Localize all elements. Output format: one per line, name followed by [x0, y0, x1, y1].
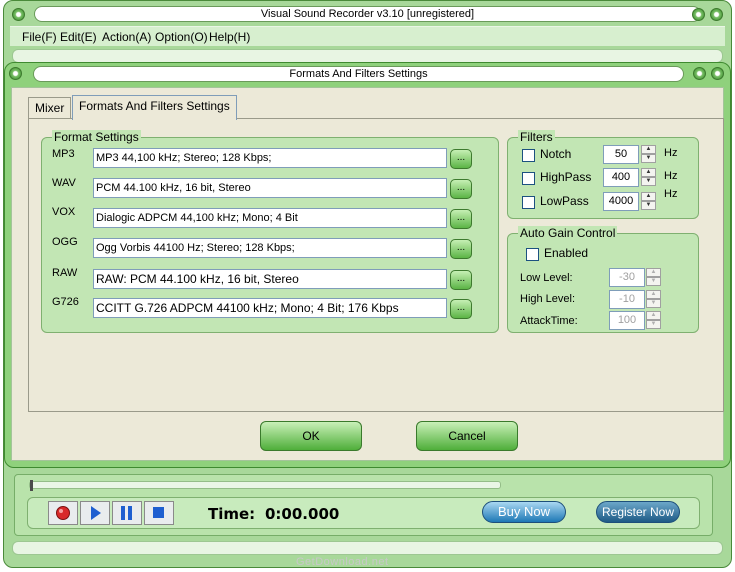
notch-spinner[interactable]: ▲ ▼ [641, 145, 656, 164]
dialog-body: Mixer Formats And Filters Settings Forma… [11, 87, 724, 461]
dialog-minimize-icon[interactable] [693, 67, 706, 80]
title-bar[interactable]: Visual Sound Recorder v3.10 [unregistere… [8, 3, 727, 25]
play-button[interactable] [80, 501, 110, 525]
format-field-vox[interactable]: Dialogic ADPCM 44,100 kHz; Mono; 4 Bit [93, 208, 447, 228]
format-options-button-ogg[interactable]: ... [450, 239, 472, 259]
cancel-button[interactable]: Cancel [416, 421, 518, 451]
pause-icon [121, 506, 132, 520]
play-icon [91, 506, 101, 520]
buy-now-button[interactable]: Buy Now [482, 501, 566, 523]
attack-time-spinner[interactable]: ▲ ▼ [646, 311, 661, 330]
format-field-ogg[interactable]: Ogg Vorbis 44100 Hz; Stereo; 128 Kbps; [93, 238, 447, 258]
record-icon [56, 506, 70, 520]
tab-page-formats-and-filters: Format Settings MP3 MP3 44,100 kHz; Ster… [28, 118, 724, 412]
filters-group: Filters Notch 50 ▲ ▼ Hz HighPass 400 ▲ ▼ H… [507, 130, 699, 219]
format-options-button-raw[interactable]: ... [450, 270, 472, 290]
filters-label: Filters [518, 130, 555, 144]
auto-gain-control-group: Auto Gain Control Enabled Low Level: -30… [507, 226, 699, 333]
format-options-button-wav[interactable]: ... [450, 179, 472, 199]
notch-frequency-input[interactable]: 50 [603, 145, 639, 164]
lowpass-spinner[interactable]: ▲ ▼ [641, 192, 656, 211]
settings-dialog: Formats And Filters Settings Mixer Forma… [4, 62, 731, 468]
attack-time-input[interactable]: 100 [609, 311, 645, 330]
stop-icon [153, 507, 164, 518]
lowpass-checkbox[interactable] [522, 196, 535, 209]
dialog-menu-icon[interactable] [9, 67, 22, 80]
close-icon[interactable] [710, 8, 723, 21]
content-frame [12, 49, 723, 63]
ok-button[interactable]: OK [260, 421, 362, 451]
highpass-spinner[interactable]: ▲ ▼ [641, 168, 656, 187]
menu-bar: File(F) Edit(E) Action(A) Option(O) Help… [10, 26, 725, 46]
format-field-wav[interactable]: PCM 44.100 kHz, 16 bit, Stereo [93, 178, 447, 198]
high-level-spinner[interactable]: ▲ ▼ [646, 290, 661, 309]
transport-controls: Time: 0:00.000 Buy Now Register Now [27, 497, 700, 529]
highpass-checkbox[interactable] [522, 172, 535, 185]
minimize-icon[interactable] [692, 8, 705, 21]
time-readout: 0:00.000 [265, 505, 340, 523]
menu-help[interactable]: Help(H) [209, 30, 250, 44]
format-field-raw[interactable]: RAW: PCM 44.100 kHz, 16 bit, Stereo [93, 269, 447, 289]
time-label: Time: [208, 505, 256, 523]
format-field-g726[interactable]: CCITT G.726 ADPCM 44100 kHz; Mono; 4 Bit… [93, 298, 447, 318]
window-menu-icon[interactable] [12, 8, 25, 21]
format-options-button-mp3[interactable]: ... [450, 149, 472, 169]
lowpass-unit: Hz [664, 188, 678, 200]
attack-time-label: AttackTime: [520, 315, 578, 327]
format-label-wav: WAV [52, 177, 76, 189]
position-slider-thumb[interactable] [30, 480, 33, 491]
record-button[interactable] [48, 501, 78, 525]
format-settings-group: Format Settings MP3 MP3 44,100 kHz; Ster… [41, 130, 499, 333]
position-slider[interactable] [29, 480, 501, 491]
format-field-mp3[interactable]: MP3 44,100 kHz; Stereo; 128 Kbps; [93, 148, 447, 168]
low-level-spinner[interactable]: ▲ ▼ [646, 268, 661, 287]
high-level-label: High Level: [520, 293, 576, 305]
register-now-button[interactable]: Register Now [596, 501, 680, 523]
format-options-button-vox[interactable]: ... [450, 209, 472, 229]
highpass-frequency-input[interactable]: 400 [603, 168, 639, 187]
format-label-mp3: MP3 [52, 148, 75, 160]
menu-file[interactable]: File(F) [22, 30, 57, 44]
tab-mixer[interactable]: Mixer [28, 97, 72, 119]
format-settings-label: Format Settings [52, 130, 141, 144]
status-strip [12, 541, 723, 555]
lowpass-label: LowPass [540, 194, 589, 208]
highpass-label: HighPass [540, 170, 592, 184]
auto-gain-control-label: Auto Gain Control [518, 226, 618, 240]
lowpass-frequency-input[interactable]: 4000 [603, 192, 639, 211]
agc-enabled-checkbox[interactable] [526, 248, 539, 261]
notch-unit: Hz [664, 147, 678, 159]
low-level-label: Low Level: [520, 272, 573, 284]
window-title: Visual Sound Recorder v3.10 [unregistere… [34, 6, 701, 22]
format-options-button-g726[interactable]: ... [450, 299, 472, 319]
menu-edit[interactable]: Edit(E) [60, 30, 97, 44]
transport-panel: Time: 0:00.000 Buy Now Register Now [14, 474, 713, 536]
stop-button[interactable] [144, 501, 174, 525]
format-label-g726: G726 [52, 296, 79, 308]
menu-action[interactable]: Action(A) [102, 30, 151, 44]
high-level-input[interactable]: -10 [609, 290, 645, 309]
watermark: GetDownload.net [296, 556, 389, 568]
tab-formats-and-filters[interactable]: Formats And Filters Settings [72, 95, 237, 120]
dialog-title: Formats And Filters Settings [33, 66, 684, 82]
format-label-vox: VOX [52, 206, 76, 218]
notch-label: Notch [540, 147, 572, 161]
highpass-unit: Hz [664, 170, 678, 182]
format-label-raw: RAW [52, 267, 78, 279]
menu-option[interactable]: Option(O) [155, 30, 208, 44]
notch-checkbox[interactable] [522, 149, 535, 162]
pause-button[interactable] [112, 501, 142, 525]
low-level-input[interactable]: -30 [609, 268, 645, 287]
format-label-ogg: OGG [52, 236, 78, 248]
agc-enabled-label: Enabled [544, 246, 589, 260]
dialog-close-icon[interactable] [711, 67, 724, 80]
